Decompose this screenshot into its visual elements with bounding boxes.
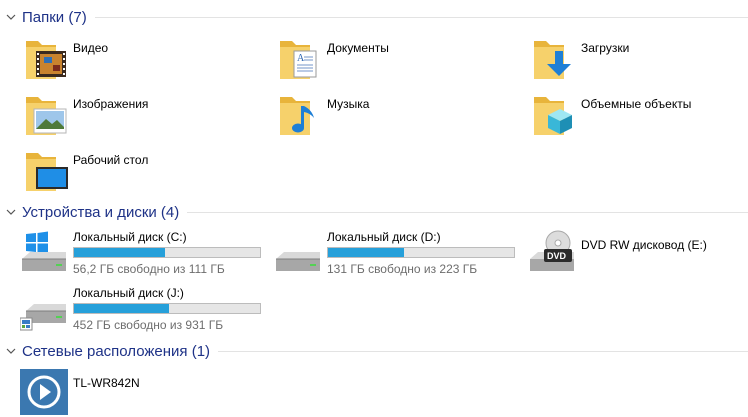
folder-item-music[interactable]: Музыка (274, 93, 504, 139)
group-title-devices: Устройства и диски (4) (22, 203, 180, 221)
drive-label: Локальный диск (C:) (73, 230, 187, 244)
folder-item-video[interactable]: Видео (20, 37, 250, 83)
folder-label: Документы (327, 41, 389, 55)
network-hard-drive-icon (20, 304, 66, 331)
drive-label: DVD RW дисковод (E:) (581, 238, 707, 252)
folder-label: Изображения (73, 97, 149, 111)
group-title-network: Сетевые расположения (1) (22, 342, 211, 360)
documents-folder-icon: A (280, 41, 317, 79)
drive-free-space: 452 ГБ свободно из 931 ГБ (73, 318, 224, 332)
folder-item-documents[interactable]: A Документы (274, 37, 504, 83)
svg-text:A: A (297, 53, 305, 64)
folder-item-desktop[interactable]: Рабочий стол (20, 149, 250, 195)
drive-free-space: 131 ГБ свободно из 223 ГБ (327, 262, 478, 276)
folder-label: Рабочий стол (73, 153, 149, 167)
drive-usage-fill (74, 248, 166, 257)
music-folder-icon (280, 97, 314, 135)
folder-label: Объемные объекты (581, 97, 692, 111)
folder-label: Видео (73, 41, 109, 55)
drive-item-e[interactable]: DVD DVD RW дисковод (E:) (528, 228, 743, 276)
drive-usage-bar (73, 247, 261, 258)
folder-label: Загрузки (581, 41, 630, 55)
drive-usage-bar (73, 303, 261, 314)
system-drive-icon (22, 231, 66, 271)
chevron-down-icon[interactable] (2, 7, 20, 27)
drive-free-space: 56,2 ГБ свободно из 111 ГБ (73, 262, 225, 276)
folder-item-pictures[interactable]: Изображения (20, 93, 250, 139)
drive-item-d[interactable]: Локальный диск (D:) 131 ГБ свободно из 2… (274, 228, 519, 276)
media-device-icon (20, 369, 68, 415)
group-title-folders: Папки (7) (22, 8, 87, 26)
chevron-down-icon[interactable] (2, 341, 20, 361)
chevron-down-icon[interactable] (2, 202, 20, 222)
3d-objects-folder-icon (534, 97, 572, 135)
drive-item-j[interactable]: Локальный диск (J:) 452 ГБ свободно из 9… (20, 284, 265, 334)
folder-item-3d-objects[interactable]: Объемные объекты (528, 93, 743, 139)
svg-text:DVD: DVD (547, 251, 567, 261)
drive-usage-fill (74, 304, 169, 313)
folder-label: Музыка (327, 97, 370, 111)
hard-drive-icon (276, 252, 320, 271)
drive-usage-fill (328, 248, 405, 257)
drive-item-c[interactable]: Локальный диск (C:) 56,2 ГБ свободно из … (20, 228, 265, 276)
video-folder-icon (26, 41, 66, 79)
group-divider (218, 350, 748, 352)
downloads-folder-icon (534, 41, 571, 79)
group-divider (94, 16, 748, 18)
group-divider (187, 211, 748, 213)
folder-item-downloads[interactable]: Загрузки (528, 37, 743, 83)
group-header-network[interactable]: Сетевые расположения (1) (0, 341, 748, 361)
dvd-drive-icon: DVD (530, 230, 574, 271)
drive-label: Локальный диск (J:) (73, 286, 184, 300)
network-item-label: TL-WR842N (73, 376, 140, 390)
desktop-folder-icon (26, 153, 68, 191)
group-header-devices[interactable]: Устройства и диски (4) (0, 202, 748, 222)
drive-usage-bar (327, 247, 515, 258)
group-header-folders[interactable]: Папки (7) (0, 7, 748, 27)
network-item-router[interactable]: TL-WR842N (20, 369, 250, 415)
drive-label: Локальный диск (D:) (327, 230, 441, 244)
pictures-folder-icon (26, 97, 67, 135)
